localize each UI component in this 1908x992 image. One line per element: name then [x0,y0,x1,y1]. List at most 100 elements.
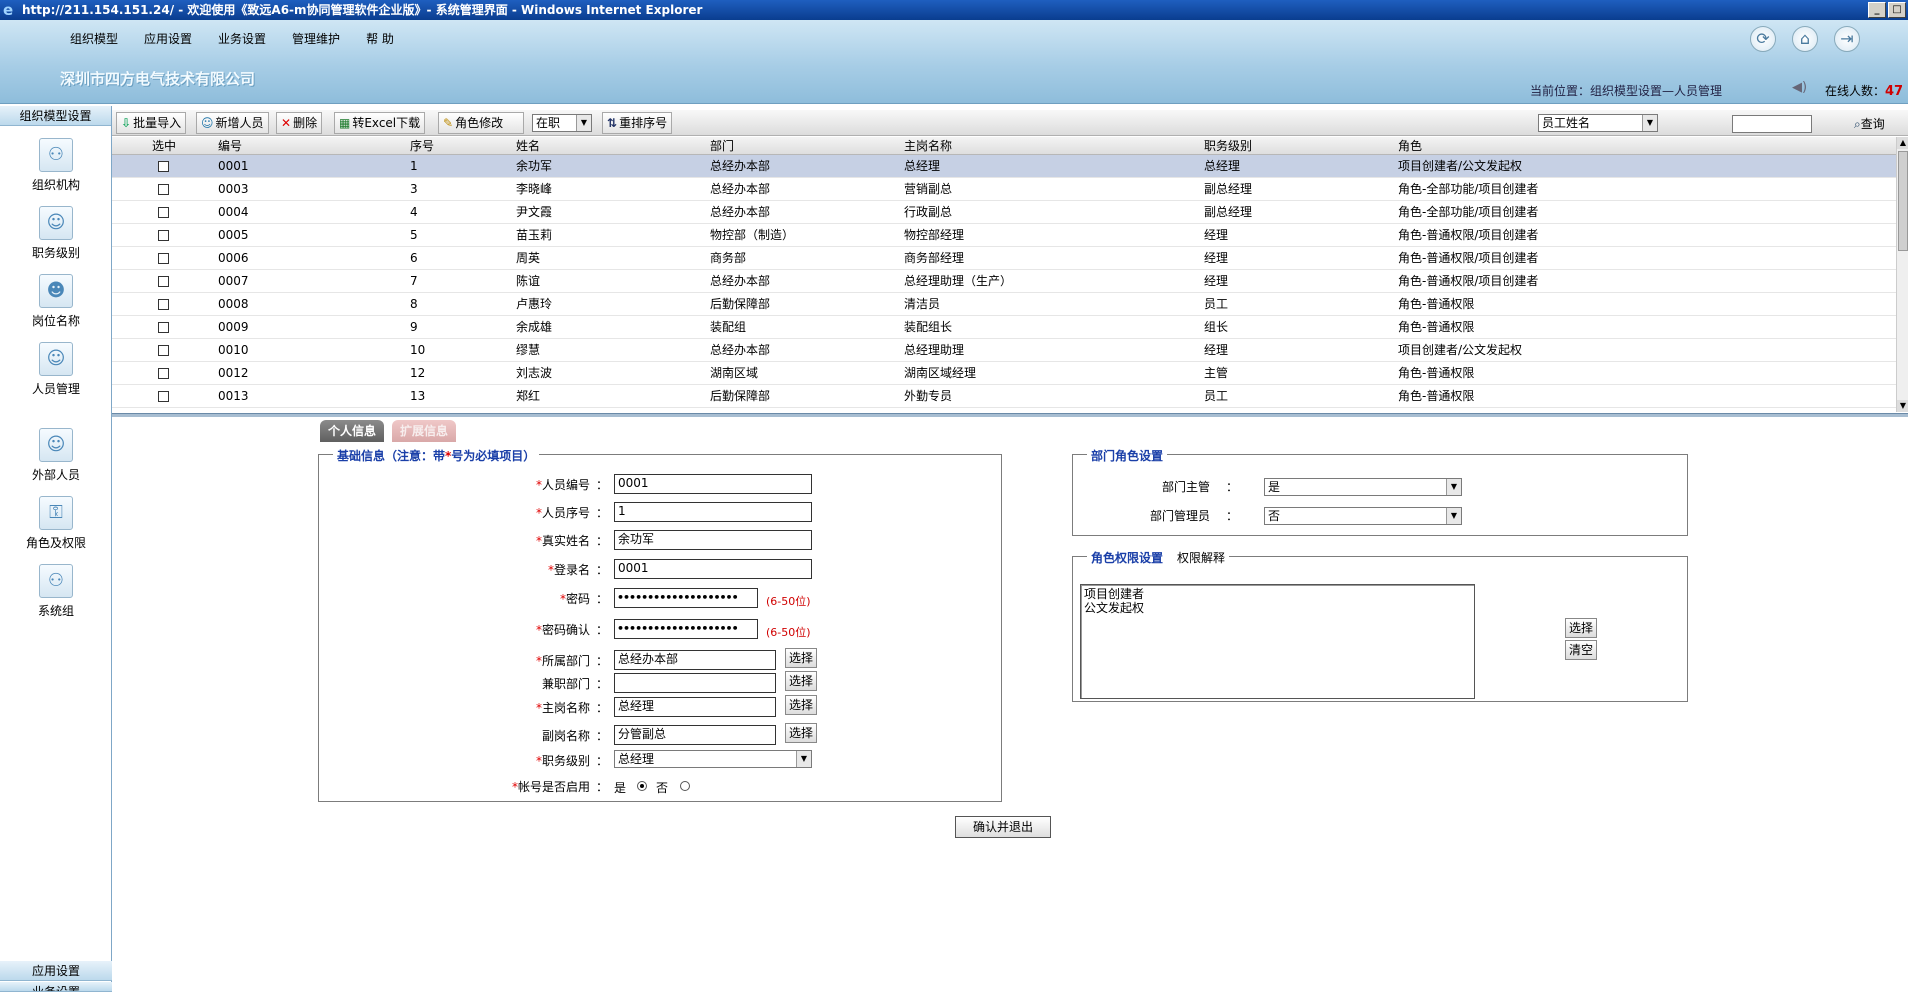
nav-item-role-permission[interactable]: ⚿ 角色及权限 [0,496,112,551]
search-field-select[interactable]: 员工姓名 ▼ [1538,114,1658,132]
row-checkbox[interactable] [158,322,169,333]
role-list-item[interactable]: 公文发起权 [1084,601,1471,615]
col-header-post[interactable]: 主岗名称 [904,137,952,155]
row-checkbox[interactable] [158,345,169,356]
role-list-box[interactable]: 项目创建者 公文发起权 [1080,584,1475,699]
table-row[interactable]: 0012 12 刘志波 湖南区域 湖南区域经理 主管 角色-普通权限 [112,362,1896,385]
sub-post-input[interactable]: 分管副总 [614,725,776,745]
add-person-button[interactable]: ☺ 新增人员 [196,112,269,134]
scroll-thumb[interactable] [1898,151,1908,251]
col-header-role[interactable]: 角色 [1398,137,1422,155]
delete-button[interactable]: ✕ 删除 [276,112,323,134]
dept-admin-select[interactable]: 否 ▼ [1264,507,1462,525]
role-list-item[interactable]: 项目创建者 [1084,587,1471,601]
nav-section-app-settings[interactable]: 应用设置 [0,961,112,981]
real-name-input[interactable]: 余功军 [614,530,812,550]
batch-import-button[interactable]: ⇩ 批量导入 [116,112,187,134]
tab-extended-info[interactable]: 扩展信息 [392,420,457,442]
table-scrollbar[interactable]: ▲ ▼ [1896,137,1908,412]
home-icon[interactable]: ⌂ [1792,26,1818,52]
password-input[interactable]: •••••••••••••••••••• [614,588,758,608]
row-checkbox[interactable] [158,276,169,287]
enabled-no-radio[interactable] [680,781,690,791]
table-cell: 0005 [218,228,249,242]
table-cell: 0010 [218,343,249,357]
concurrent-dept-input[interactable] [614,673,776,693]
nav-item-external-person[interactable]: ☺ 外部人员 [0,428,112,483]
nav-section-business-settings[interactable]: 业务设置 [0,982,112,992]
row-checkbox[interactable] [158,161,169,172]
row-checkbox[interactable] [158,207,169,218]
table-row[interactable]: 0009 9 余成雄 装配组 装配组长 组长 角色-普通权限 [112,316,1896,339]
row-checkbox[interactable] [158,299,169,310]
scroll-up-icon[interactable]: ▲ [1897,137,1908,149]
col-header-seq[interactable]: 序号 [410,137,434,155]
level-select[interactable]: 总经理 ▼ [614,750,812,768]
person-seq-input[interactable]: 1 [614,502,812,522]
table-row[interactable]: 0003 3 李晓峰 总经办本部 营销副总 副总经理 角色-全部功能/项目创建者 [112,178,1896,201]
nav-item-person-manage[interactable]: ☺ 人员管理 [0,342,112,397]
menu-business-settings[interactable]: 业务设置 [218,30,266,47]
role-choose-button[interactable]: 选择 [1565,618,1598,638]
table-row[interactable]: 0007 7 陈谊 总经办本部 总经理助理（生产） 经理 角色-普通权限/项目创建者 [112,270,1896,293]
table-row[interactable]: 0005 5 苗玉莉 物控部（制造） 物控部经理 经理 角色-普通权限/项目创建者 [112,224,1896,247]
col-header-level[interactable]: 职务级别 [1204,137,1252,155]
table-row[interactable]: 0013 13 郑红 后勤保障部 外勤专员 员工 角色-普通权限 [112,385,1896,408]
menu-app-settings[interactable]: 应用设置 [144,30,192,47]
concurrent-dept-choose-button[interactable]: 选择 [785,671,818,691]
edit-icon: ✎ [443,116,454,130]
nav-item-org-structure[interactable]: ⚇ 组织机构 [0,138,112,193]
person-no-input[interactable]: 0001 [614,474,812,494]
main-post-label-text: 主岗名称 [541,701,590,715]
row-checkbox[interactable] [158,230,169,241]
search-input[interactable] [1732,115,1812,133]
speaker-icon[interactable]: ◀) [1792,80,1807,95]
refresh-icon[interactable]: ⟳ [1750,26,1776,52]
minimize-icon[interactable]: _ [1868,2,1886,18]
table-row[interactable]: 0001 1 余功军 总经办本部 总经理 总经理 项目创建者/公文发起权 [112,155,1896,178]
sub-post-label: 副岗名称 [470,727,590,744]
col-header-no[interactable]: 编号 [218,137,242,155]
export-excel-button[interactable]: ▦ 转Excel下载 [334,112,426,134]
main-post-input[interactable]: 总经理 [614,697,776,717]
row-checkbox[interactable] [158,184,169,195]
login-name-input[interactable]: 0001 [614,559,812,579]
reorder-button[interactable]: ⇅ 重排序号 [602,112,673,134]
search-button[interactable]: ⌕查询 [1854,115,1885,132]
nav-item-job-level[interactable]: ☺ 职务级别 [0,206,112,261]
table-row[interactable]: 0008 8 卢惠玲 后勤保障部 清洁员 员工 角色-普通权限 [112,293,1896,316]
row-checkbox[interactable] [158,368,169,379]
menu-maintenance[interactable]: 管理维护 [292,30,340,47]
menu-org-model[interactable]: 组织模型 [70,30,118,47]
sub-post-choose-button[interactable]: 选择 [785,723,818,743]
role-permission-icon: ⚿ [39,496,73,530]
main-post-choose-button[interactable]: 选择 [785,695,818,715]
menu-help[interactable]: 帮 助 [366,30,394,47]
dept-choose-button[interactable]: 选择 [785,648,818,668]
table-row[interactable]: 0006 6 周英 商务部 商务部经理 经理 角色-普通权限/项目创建者 [112,247,1896,270]
enabled-yes-radio[interactable] [637,781,647,791]
row-checkbox[interactable] [158,391,169,402]
table-row[interactable]: 0010 10 缪慧 总经办本部 总经理助理 经理 项目创建者/公文发起权 [112,339,1896,362]
scroll-down-icon[interactable]: ▼ [1897,400,1908,412]
dept-input[interactable]: 总经办本部 [614,650,776,670]
role-clear-button[interactable]: 清空 [1565,640,1598,660]
tab-personal-info[interactable]: 个人信息 [320,420,385,442]
role-edit-button[interactable]: ✎ 角色修改 [438,112,524,134]
dept-manager-select[interactable]: 是 ▼ [1264,478,1462,496]
splitter[interactable] [112,413,1908,417]
perm-explain-link[interactable]: 权限解释 [1177,551,1225,565]
nav-section-org-model[interactable]: 组织模型设置 [0,106,111,126]
nav-item-post-name[interactable]: ☻ 岗位名称 [0,274,112,329]
status-select[interactable]: 在职 ▼ [532,114,592,132]
row-checkbox[interactable] [158,253,169,264]
confirm-exit-button[interactable]: 确认并退出 [955,816,1051,838]
password-confirm-input[interactable]: •••••••••••••••••••• [614,619,758,639]
col-header-dept[interactable]: 部门 [710,137,734,155]
logout-icon[interactable]: ⇥ [1834,26,1860,52]
maximize-icon[interactable]: □ [1888,2,1906,18]
col-header-select[interactable]: 选中 [152,137,176,155]
col-header-name[interactable]: 姓名 [516,137,540,155]
table-row[interactable]: 0004 4 尹文霞 总经办本部 行政副总 副总经理 角色-全部功能/项目创建者 [112,201,1896,224]
nav-item-system-group[interactable]: ⚇ 系统组 [0,564,112,619]
